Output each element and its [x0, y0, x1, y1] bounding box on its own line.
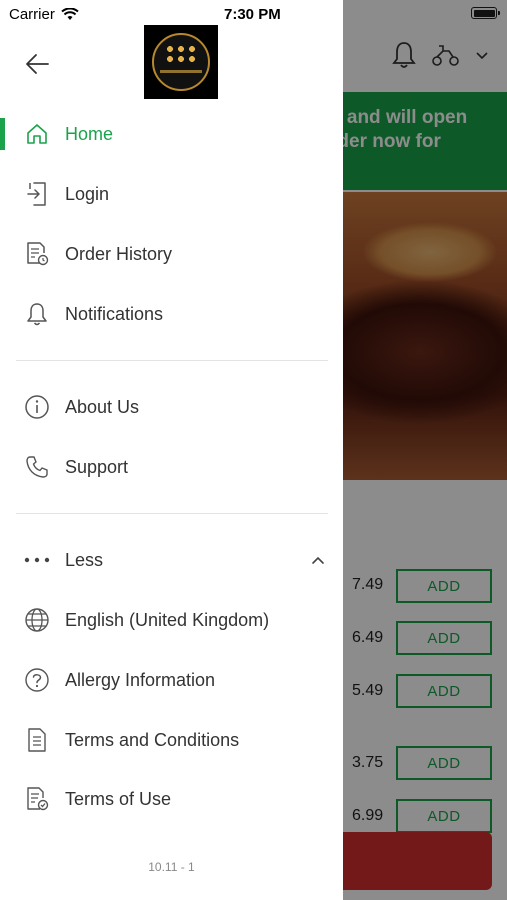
status-bar: Carrier 7:30 PM [0, 0, 507, 28]
divider [16, 513, 328, 514]
menu-item-support[interactable]: Support [0, 437, 343, 497]
order-history-icon [24, 241, 50, 267]
menu-item-login[interactable]: Login [0, 164, 343, 224]
menu-item-label: Support [65, 456, 129, 477]
battery-icon [471, 7, 500, 19]
navigation-drawer: Home Login Order History Notifications A… [0, 0, 343, 900]
more-dots-icon [24, 547, 50, 573]
bell-icon [24, 301, 50, 327]
phone-icon [24, 454, 50, 480]
restaurant-logo [144, 25, 218, 99]
menu-item-order-history[interactable]: Order History [0, 224, 343, 284]
info-icon [24, 394, 50, 420]
wifi-icon [61, 8, 79, 21]
document-icon [24, 727, 50, 753]
home-icon [24, 121, 50, 147]
menu-item-terms-and-conditions[interactable]: Terms and Conditions [0, 710, 343, 770]
menu-item-about-us[interactable]: About Us [0, 377, 343, 437]
divider [16, 360, 328, 361]
app-version: 10.11 - 1 [148, 860, 195, 874]
menu-item-label: Home [65, 123, 114, 144]
menu-item-label: English (United Kingdom) [65, 609, 270, 630]
menu-item-label: Notifications [65, 303, 164, 324]
menu-item-label: Order History [65, 243, 173, 264]
carrier-label: Carrier [9, 6, 55, 23]
menu-item-language[interactable]: English (United Kingdom) [0, 590, 343, 650]
question-icon [24, 667, 50, 693]
menu-item-label: Less [65, 549, 104, 570]
menu-item-label: Allergy Information [65, 669, 216, 690]
menu-item-label: Terms and Conditions [65, 729, 240, 750]
menu-item-less-toggle[interactable]: Less [0, 530, 343, 590]
menu-item-home[interactable]: Home [0, 104, 343, 164]
globe-icon [24, 607, 50, 633]
login-icon [24, 181, 50, 207]
menu-item-allergy-information[interactable]: Allergy Information [0, 650, 343, 710]
status-time: 7:30 PM [224, 6, 281, 23]
menu-item-notifications[interactable]: Notifications [0, 284, 343, 344]
chevron-up-icon [311, 553, 325, 567]
menu-item-label: About Us [65, 396, 140, 417]
menu-item-label: Terms of Use [65, 788, 172, 809]
back-arrow-icon[interactable] [24, 50, 52, 78]
menu-item-terms-of-use[interactable]: Terms of Use [0, 769, 343, 829]
menu-item-label: Login [65, 183, 110, 204]
document-check-icon [24, 786, 50, 812]
